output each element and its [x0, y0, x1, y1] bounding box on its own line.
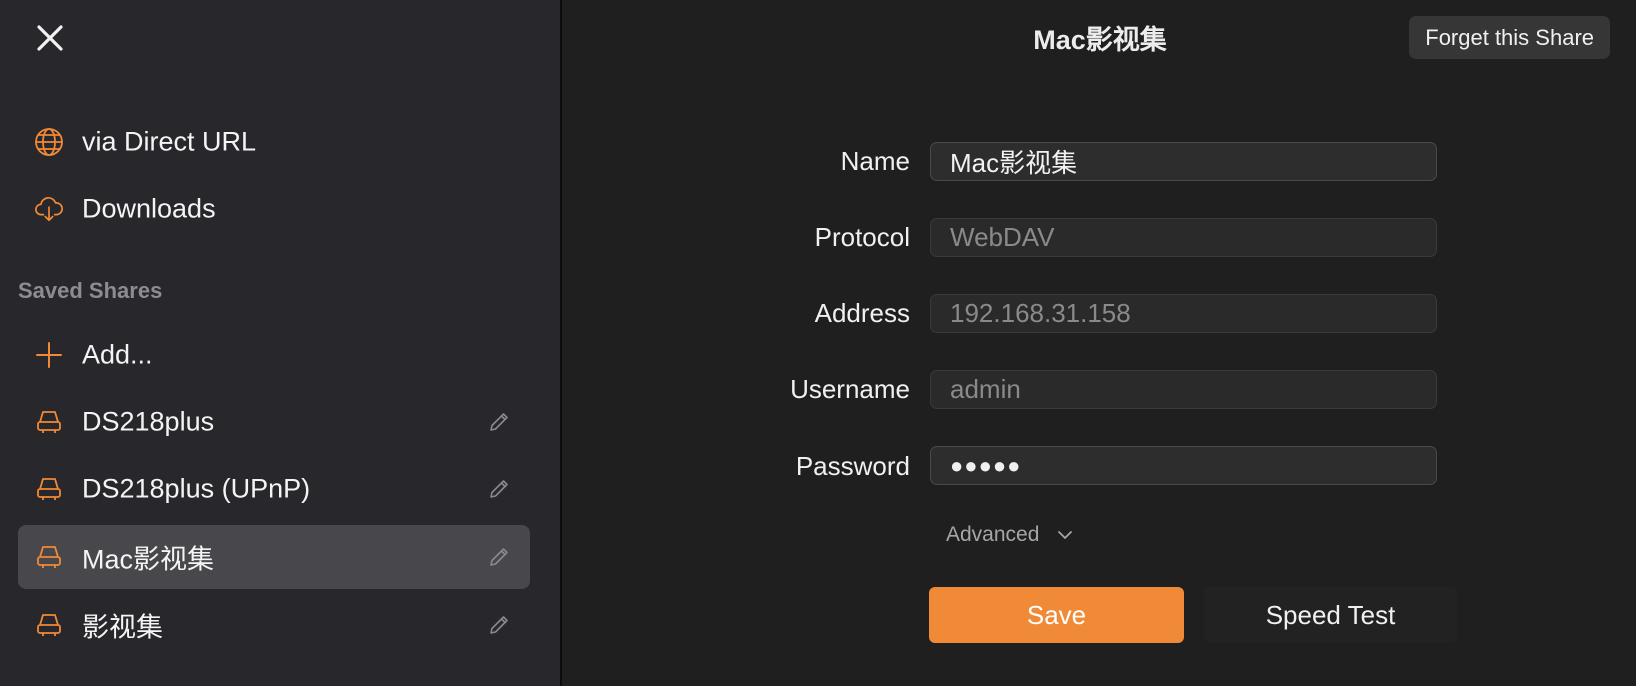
sidebar-item-label: Add... [82, 339, 153, 370]
close-button[interactable] [32, 20, 68, 56]
edit-pencil-icon[interactable] [486, 476, 512, 502]
edit-pencil-icon[interactable] [486, 612, 512, 638]
server-icon [34, 610, 64, 640]
username-field: admin [930, 370, 1437, 409]
protocol-field: WebDAV [930, 218, 1437, 257]
sidebar-item-share[interactable]: DS218plus [18, 390, 530, 454]
close-icon [37, 25, 63, 51]
sidebar-item-add[interactable]: Add... [18, 323, 530, 387]
server-icon [34, 542, 64, 572]
sidebar-item-label: DS218plus [82, 406, 215, 437]
sidebar-item-label: DS218plus (UPnP) [82, 473, 311, 504]
password-field[interactable]: ●●●●● [930, 446, 1437, 485]
cloud-download-icon [34, 194, 64, 224]
protocol-label: Protocol [814, 222, 910, 252]
sidebar-item-label: 影视集 [82, 612, 163, 643]
name-label: Name [840, 146, 910, 176]
address-label: Address [814, 298, 910, 328]
chevron-down-icon [1058, 531, 1073, 539]
address-value: 192.168.31.158 [950, 298, 1131, 328]
name-field[interactable]: Mac影视集 [930, 142, 1437, 181]
sidebar-item-share[interactable]: DS218plus (UPnP) [18, 457, 530, 521]
username-value: admin [950, 374, 1021, 404]
speed-test-button[interactable]: Speed Test [1204, 587, 1457, 643]
sidebar-item-downloads[interactable]: Downloads [18, 177, 530, 241]
sidebar-item-label: Downloads [82, 193, 216, 224]
sidebar-item-label: via Direct URL [82, 126, 257, 157]
sidebar: via Direct URL Downloads Saved Shares Ad… [0, 0, 562, 686]
edit-pencil-icon[interactable] [486, 409, 512, 435]
username-label: Username [790, 374, 910, 404]
name-value: Mac影视集 [950, 148, 1078, 178]
address-field: 192.168.31.158 [930, 294, 1437, 333]
share-detail-panel: Mac影视集 Forget this Share Name Mac影视集 Pro… [564, 0, 1636, 686]
password-value: ●●●●● [950, 452, 1022, 478]
plus-icon [34, 340, 64, 370]
sidebar-item-share[interactable]: 影视集 [18, 593, 530, 657]
forget-share-button[interactable]: Forget this Share [1409, 16, 1610, 59]
edit-pencil-icon[interactable] [486, 544, 512, 570]
sidebar-item-direct-url[interactable]: via Direct URL [18, 110, 530, 174]
globe-icon [34, 127, 64, 157]
sidebar-item-share-selected[interactable]: Mac影视集 [18, 525, 530, 589]
save-button[interactable]: Save [929, 587, 1184, 643]
protocol-value: WebDAV [950, 222, 1055, 252]
password-label: Password [795, 451, 910, 481]
advanced-label: Advanced [946, 523, 1040, 546]
sidebar-item-label: Mac影视集 [82, 544, 215, 575]
section-title-saved-shares: Saved Shares [18, 278, 163, 303]
server-icon [34, 407, 64, 437]
server-icon [34, 474, 64, 504]
advanced-toggle[interactable]: Advanced [946, 523, 1073, 547]
